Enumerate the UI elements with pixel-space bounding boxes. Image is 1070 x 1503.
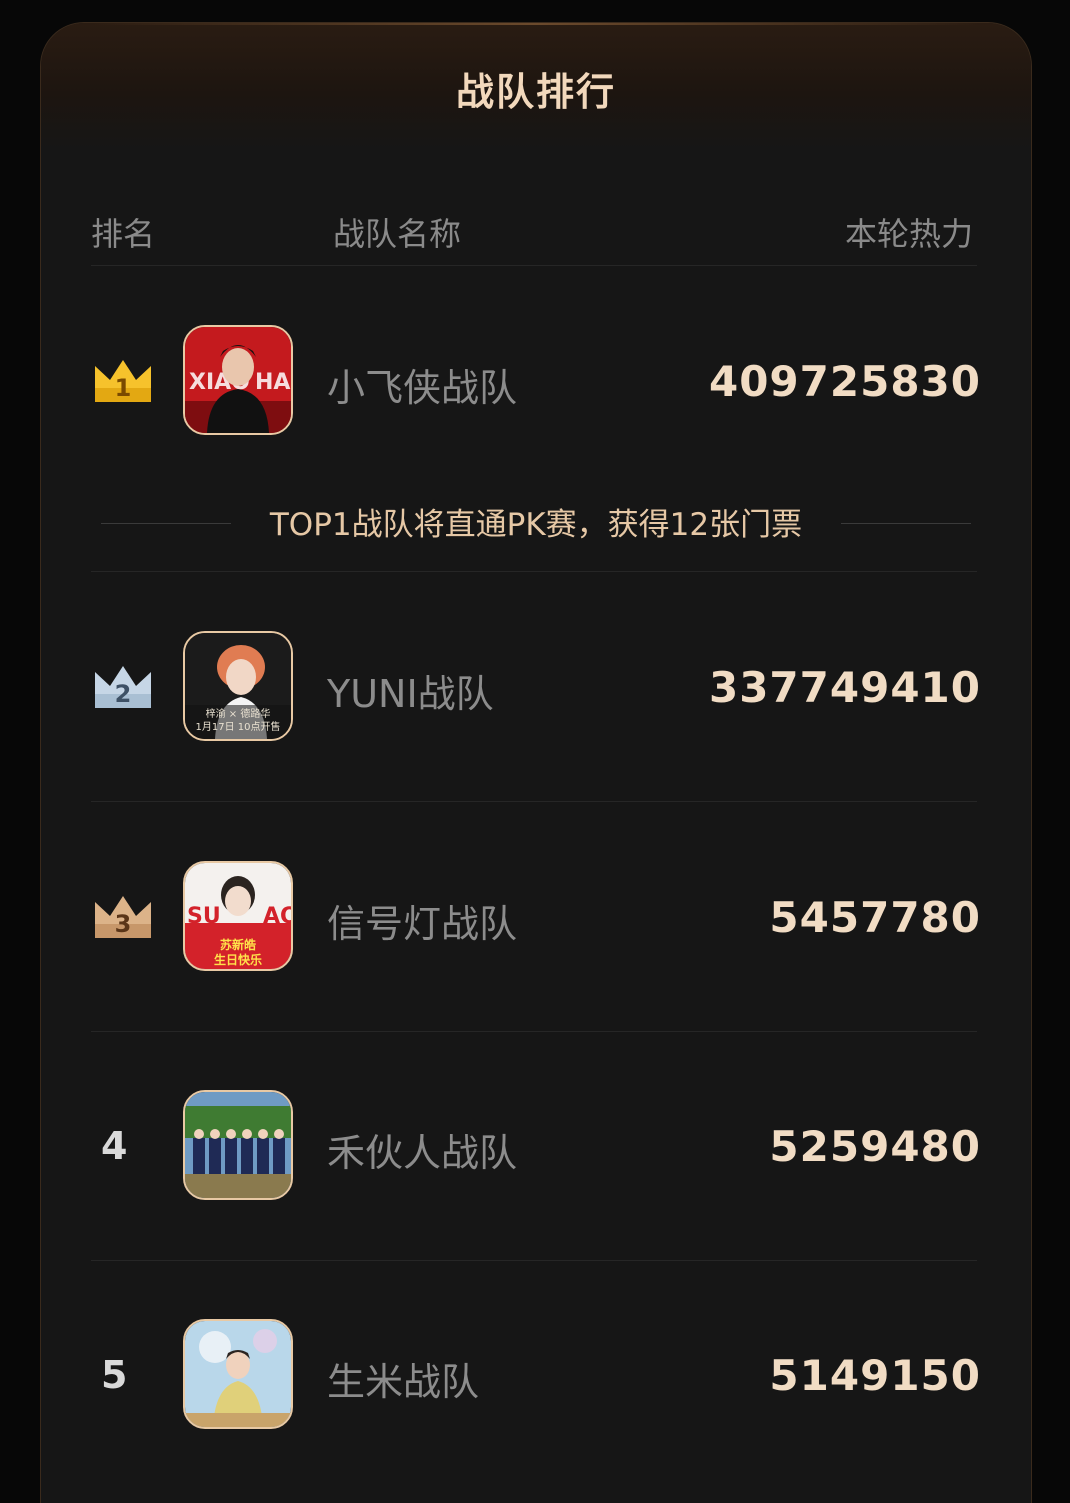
team-avatar[interactable]: 梓渝 × 德路华 1月17日 10点开售	[183, 631, 293, 741]
team-row-3[interactable]: 3 SU AO 苏新皓 生日快乐 信号灯战队 5457780	[41, 857, 1031, 977]
column-header-team-name: 战队名称	[333, 215, 462, 253]
team-name: 禾伙人战队	[327, 1131, 518, 1175]
team-row-1[interactable]: 1 XIAO HAN 小飞侠战队 409725830	[41, 321, 1031, 441]
team-row-4[interactable]: 4 禾伙人战队 5259480	[41, 1086, 1031, 1206]
ranking-panel: 战队排行 排名 战队名称 本轮热力 1 XIAO HAN 小飞侠战队 4097	[40, 22, 1032, 1503]
rank-number: 5	[101, 1353, 128, 1397]
avatar-text: 梓渝 × 德路华	[206, 707, 271, 720]
crown-rank-label: 1	[115, 374, 132, 402]
team-heat-value: 337749410	[708, 663, 981, 712]
team-row-5[interactable]: 5 生米战队 5149150	[41, 1315, 1031, 1435]
team-avatar[interactable]: XIAO HAN	[183, 325, 293, 435]
avatar-text: 生日快乐	[214, 952, 262, 967]
notice-divider-left	[101, 523, 231, 524]
crown-rank-label: 2	[115, 680, 132, 708]
avatar-text: HAN	[255, 370, 291, 395]
silver-crown-icon: 2	[93, 664, 153, 710]
team-heat-value: 5259480	[769, 1122, 981, 1171]
avatar-text: 1月17日 10点开售	[196, 720, 281, 733]
panel-title: 战队排行	[455, 70, 616, 114]
team-avatar[interactable]: SU AO 苏新皓 生日快乐	[183, 861, 293, 971]
bronze-crown-icon: 3	[93, 894, 153, 940]
notice-text: TOP1战队将直通PK赛，获得12张门票	[269, 507, 803, 543]
notice-divider-right	[841, 523, 971, 524]
crown-rank-label: 3	[115, 910, 132, 938]
avatar-text: AO	[263, 904, 291, 929]
avatar-text: 苏新皓	[220, 937, 256, 952]
team-avatar[interactable]	[183, 1090, 293, 1200]
team-avatar[interactable]	[183, 1319, 293, 1429]
avatar-text: SU	[187, 904, 221, 929]
team-heat-value: 409725830	[708, 357, 981, 406]
team-name: 小飞侠战队	[327, 366, 518, 410]
team-row-2[interactable]: 2 梓渝 × 德路华 1月17日 10点开售 YUNI战队 337749410	[41, 627, 1031, 747]
column-header-rank: 排名	[91, 215, 156, 253]
gold-crown-icon: 1	[93, 358, 153, 404]
rank-number: 4	[101, 1124, 128, 1168]
team-name: 信号灯战队	[327, 902, 518, 946]
column-header-heat: 本轮热力	[844, 215, 973, 253]
row-divider	[91, 801, 977, 802]
row-divider	[91, 571, 977, 572]
top1-notice: TOP1战队将直通PK赛，获得12张门票	[41, 499, 1031, 544]
team-name: 生米战队	[327, 1360, 480, 1404]
row-divider	[91, 1260, 977, 1261]
header-divider	[91, 265, 977, 266]
team-heat-value: 5149150	[769, 1351, 981, 1400]
row-divider	[91, 1031, 977, 1032]
team-name: YUNI战队	[327, 672, 494, 716]
team-heat-value: 5457780	[769, 893, 981, 942]
